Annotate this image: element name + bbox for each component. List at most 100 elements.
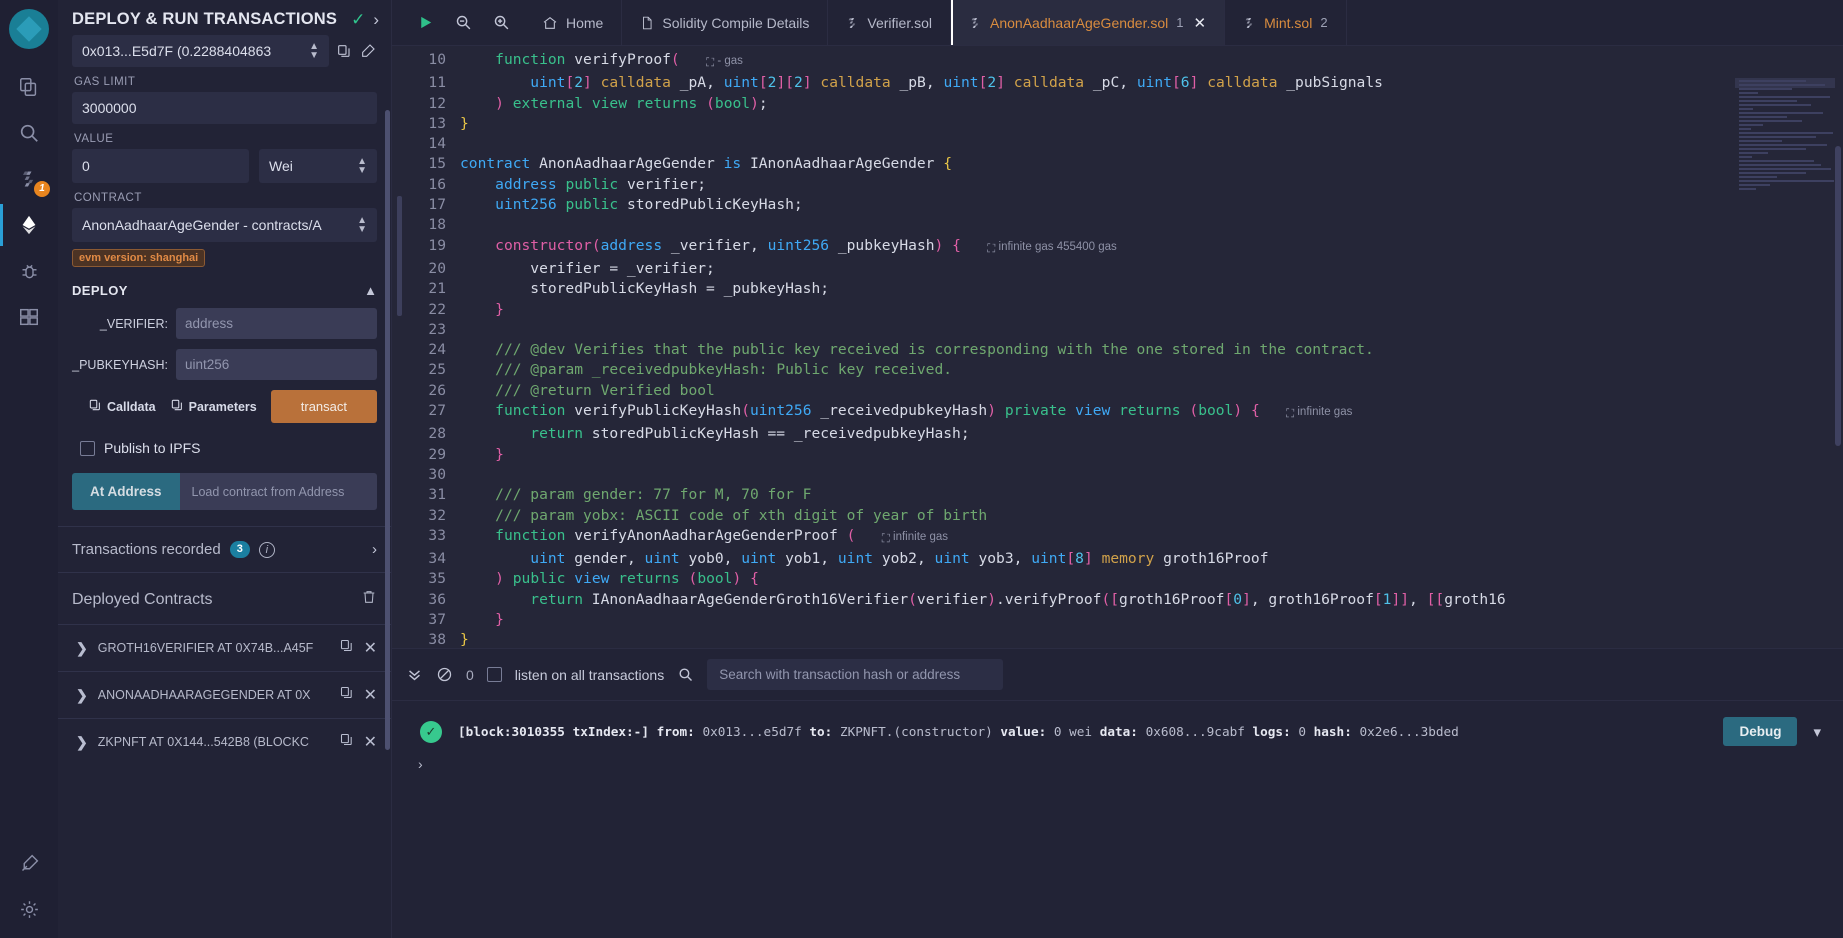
deploy-section-header[interactable]: DEPLOY ▲ bbox=[72, 283, 377, 298]
deployed-contract-name: ANONAADHAARAGEGENDER AT 0X bbox=[97, 688, 311, 702]
copy-icon[interactable] bbox=[339, 638, 354, 658]
list-item[interactable]: ❯ GROTH16VERIFIER AT 0X74B...A45F ✕ bbox=[58, 624, 391, 671]
deploy-actions-row: Calldata Parameters transact bbox=[72, 390, 377, 423]
close-icon[interactable]: ✕ bbox=[364, 685, 377, 705]
deploy-run-panel: DEPLOY & RUN TRANSACTIONS ✓ › 0x013...E5… bbox=[58, 0, 392, 938]
gas-limit-input[interactable] bbox=[72, 92, 377, 124]
solidity-compiler-icon[interactable]: 1 bbox=[0, 156, 58, 202]
zoom-in-icon[interactable] bbox=[482, 0, 520, 46]
transact-button[interactable]: transact bbox=[270, 390, 377, 423]
edit-icon[interactable] bbox=[359, 42, 377, 60]
parameters-button[interactable]: Parameters bbox=[170, 398, 257, 415]
value-row: Wei ▲▼ bbox=[72, 149, 377, 183]
settings-plugin-icon[interactable] bbox=[0, 840, 58, 886]
publish-ipfs-checkbox[interactable] bbox=[80, 440, 95, 456]
tab-mint-sol[interactable]: Mint.sol 2 bbox=[1225, 0, 1347, 45]
terminal-search-input[interactable] bbox=[707, 659, 1004, 690]
log-hash-key: hash: bbox=[1313, 724, 1352, 739]
chevron-updown-icon[interactable]: ▲ ▼ bbox=[357, 157, 367, 176]
solidity-icon bbox=[846, 15, 859, 31]
tab-label: Mint.sol bbox=[1264, 14, 1313, 31]
editor-toolbar bbox=[392, 0, 524, 45]
info-icon[interactable]: i bbox=[258, 541, 275, 558]
gear-icon[interactable] bbox=[0, 886, 58, 932]
tab-home[interactable]: Home bbox=[524, 0, 623, 45]
deploy-title: DEPLOY bbox=[72, 283, 128, 298]
terminal-log-area[interactable]: ✓ [block:3010355 txIndex:-] from: 0x013.… bbox=[392, 701, 1843, 938]
value-unit-select[interactable]: Wei ▲ ▼ bbox=[259, 149, 377, 183]
listen-all-transactions-checkbox[interactable] bbox=[486, 667, 502, 682]
editor-vertical-scrollbar[interactable] bbox=[1835, 146, 1841, 446]
copy-icon[interactable] bbox=[339, 685, 354, 705]
terminal-prompt[interactable]: › bbox=[392, 746, 1843, 772]
panel-scrollbar[interactable] bbox=[385, 110, 390, 750]
log-hash-value: 0x2e6...3bded bbox=[1359, 724, 1459, 739]
chevron-updown-icon[interactable]: ▲ ▼ bbox=[357, 216, 367, 235]
panel-body: 0x013...E5d7F (0.2288404863 ▲ ▼ GAS LIMIT… bbox=[58, 35, 391, 510]
close-icon[interactable]: ✕ bbox=[364, 732, 377, 752]
copy-icon[interactable] bbox=[335, 42, 353, 60]
source-code[interactable]: 10 function verifyProof( ⛶ - gas 11 uint… bbox=[408, 46, 1843, 648]
transactions-recorded-row[interactable]: Transactions recorded 3 i › bbox=[58, 527, 391, 573]
zoom-out-icon[interactable] bbox=[444, 0, 482, 46]
panel-expand-icon[interactable]: › bbox=[373, 11, 379, 28]
log-from-key: from: bbox=[656, 724, 695, 739]
list-item[interactable]: ❯ ZKPNFT AT 0X144...542B8 (BLOCKC ✕ bbox=[58, 718, 391, 765]
log-value-value: 0 wei bbox=[1053, 724, 1093, 739]
contract-select[interactable]: AnonAadhaarAgeGender - contracts/A ▲ ▼ bbox=[72, 208, 377, 242]
account-select[interactable]: 0x013...E5d7F (0.2288404863 ▲ ▼ bbox=[72, 35, 329, 67]
copy-icon[interactable] bbox=[339, 732, 354, 752]
code-content[interactable]: 10 function verifyProof( ⛶ - gas 11 uint… bbox=[408, 46, 1843, 648]
chevron-right-icon[interactable]: ❯ bbox=[76, 640, 88, 657]
calldata-button[interactable]: Calldata bbox=[88, 398, 156, 415]
plugin-manager-icon[interactable] bbox=[0, 294, 58, 340]
parameters-label: Parameters bbox=[188, 399, 257, 414]
chevron-right-icon[interactable]: ❯ bbox=[76, 687, 88, 704]
tab-label: AnonAadhaarAgeGender.sol bbox=[990, 14, 1169, 31]
double-chevron-down-icon[interactable] bbox=[406, 666, 423, 683]
transaction-log-row[interactable]: ✓ [block:3010355 txIndex:-] from: 0x013.… bbox=[392, 717, 1843, 746]
close-icon[interactable]: ✕ bbox=[1194, 14, 1207, 32]
transaction-log-text: [block:3010355 txIndex:-] from: 0x013...… bbox=[458, 724, 1707, 739]
editor-tab-bar: Home Solidity Compile Details Verifier.s… bbox=[392, 0, 1843, 46]
tab-solidity-compile-details[interactable]: Solidity Compile Details bbox=[622, 0, 829, 45]
deployed-contract-name: ZKPNFT AT 0X144...542B8 (BLOCKC bbox=[97, 735, 309, 749]
account-value: 0x013...E5d7F (0.2288404863 bbox=[82, 43, 272, 59]
log-data-value: 0x608...9cabf bbox=[1145, 724, 1245, 739]
close-icon[interactable]: ✕ bbox=[364, 638, 377, 658]
sidebar-item-deploy-run[interactable] bbox=[0, 202, 58, 248]
log-logs-key: logs: bbox=[1252, 724, 1291, 739]
search-icon[interactable] bbox=[677, 666, 694, 683]
code-editor[interactable]: 10 function verifyProof( ⛶ - gas 11 uint… bbox=[392, 46, 1843, 648]
pubkeyhash-param-input[interactable] bbox=[176, 349, 377, 380]
trash-icon[interactable] bbox=[361, 589, 377, 610]
run-icon[interactable] bbox=[406, 0, 444, 46]
page-title: DEPLOY & RUN TRANSACTIONS bbox=[72, 10, 338, 28]
activity-icon-bar: 1 bbox=[0, 0, 58, 938]
list-item[interactable]: ❯ ANONAADHAARAGEGENDER AT 0X ✕ bbox=[58, 671, 391, 718]
value-label: VALUE bbox=[74, 133, 114, 145]
chevron-up-icon[interactable]: ▲ bbox=[364, 283, 377, 298]
chevron-down-icon[interactable]: ▾ bbox=[1813, 723, 1821, 741]
tab-error-count: 1 bbox=[1176, 15, 1184, 30]
verifier-param-input[interactable] bbox=[176, 308, 377, 339]
contract-value: AnonAadhaarAgeGender - contracts/A bbox=[82, 217, 322, 233]
tab-anonaadhaaragegender-sol[interactable]: AnonAadhaarAgeGender.sol 1 ✕ bbox=[951, 0, 1226, 45]
debug-button[interactable]: Debug bbox=[1723, 717, 1798, 746]
value-unit-label: Wei bbox=[269, 158, 293, 174]
debugger-icon[interactable] bbox=[0, 248, 58, 294]
chevron-updown-icon[interactable]: ▲ ▼ bbox=[309, 42, 319, 61]
chevron-right-icon[interactable]: ❯ bbox=[76, 734, 88, 751]
verifier-param-label: _VERIFIER: bbox=[99, 316, 168, 331]
contract-label: CONTRACT bbox=[74, 192, 142, 204]
publish-ipfs-row[interactable]: Publish to IPFS bbox=[72, 440, 377, 456]
remix-logo[interactable] bbox=[6, 6, 52, 52]
at-address-button[interactable]: At Address bbox=[72, 473, 180, 510]
at-address-input[interactable] bbox=[179, 473, 377, 510]
file-explorer-icon[interactable] bbox=[0, 64, 58, 110]
chevron-right-icon[interactable]: › bbox=[372, 541, 377, 558]
ban-icon[interactable] bbox=[436, 666, 453, 683]
value-input[interactable] bbox=[72, 149, 249, 183]
tab-verifier-sol[interactable]: Verifier.sol bbox=[828, 0, 952, 45]
search-icon[interactable] bbox=[0, 110, 58, 156]
